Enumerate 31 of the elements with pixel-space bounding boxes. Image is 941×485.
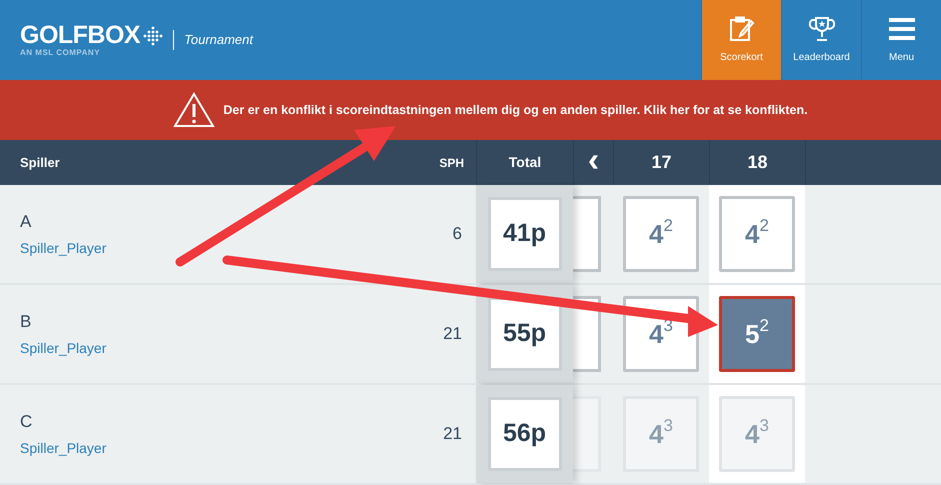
product-name: Tournament <box>184 31 254 50</box>
conflict-alert[interactable]: Der er en konflikt i scoreindtastningen mellem dig og en anden spiller. Klik her for at se konflikten. <box>0 80 941 140</box>
menu-icon <box>888 16 914 42</box>
trophy-icon <box>808 16 834 42</box>
player-link[interactable]: Spiller_Player <box>20 438 420 460</box>
clipboard-pencil-icon <box>728 16 754 42</box>
score-box[interactable]: 4$^{2}$ <box>719 196 795 272</box>
logo-tagline: AN MSL COMPANY <box>20 49 102 57</box>
logo: GOLFBOX <box>20 23 140 48</box>
nav-button[interactable]: Scorekort <box>701 0 781 80</box>
column-header: Spiller <box>19 154 61 172</box>
previous-button[interactable]: ‹ <box>573 140 613 185</box>
player-link[interactable]: Spiller_Player <box>20 338 420 360</box>
warning-icon <box>173 92 216 128</box>
total-box: 56p <box>488 397 562 471</box>
score-box[interactable]: 4$^{3}$ <box>623 396 699 472</box>
table-cell-text: 21 <box>442 323 463 346</box>
globe-icon <box>143 26 164 46</box>
column-header: 17 <box>613 140 709 185</box>
column-header: SPH <box>438 154 465 172</box>
score-box[interactable]: 4$^{3}$ <box>719 396 795 472</box>
player-name: A <box>20 210 32 233</box>
total-box: 55p <box>488 297 562 371</box>
player-name: B <box>20 310 32 333</box>
table-cell-text: 6 <box>452 223 463 246</box>
player-name: C <box>20 410 34 433</box>
total-box: 41p <box>488 197 562 271</box>
score-box[interactable]: 5$^{2}$ <box>719 296 795 372</box>
player-link[interactable]: Spiller_Player <box>20 238 420 260</box>
score-box[interactable]: 4$^{2}$ <box>623 196 699 272</box>
table-cell-text: 21 <box>442 423 463 446</box>
